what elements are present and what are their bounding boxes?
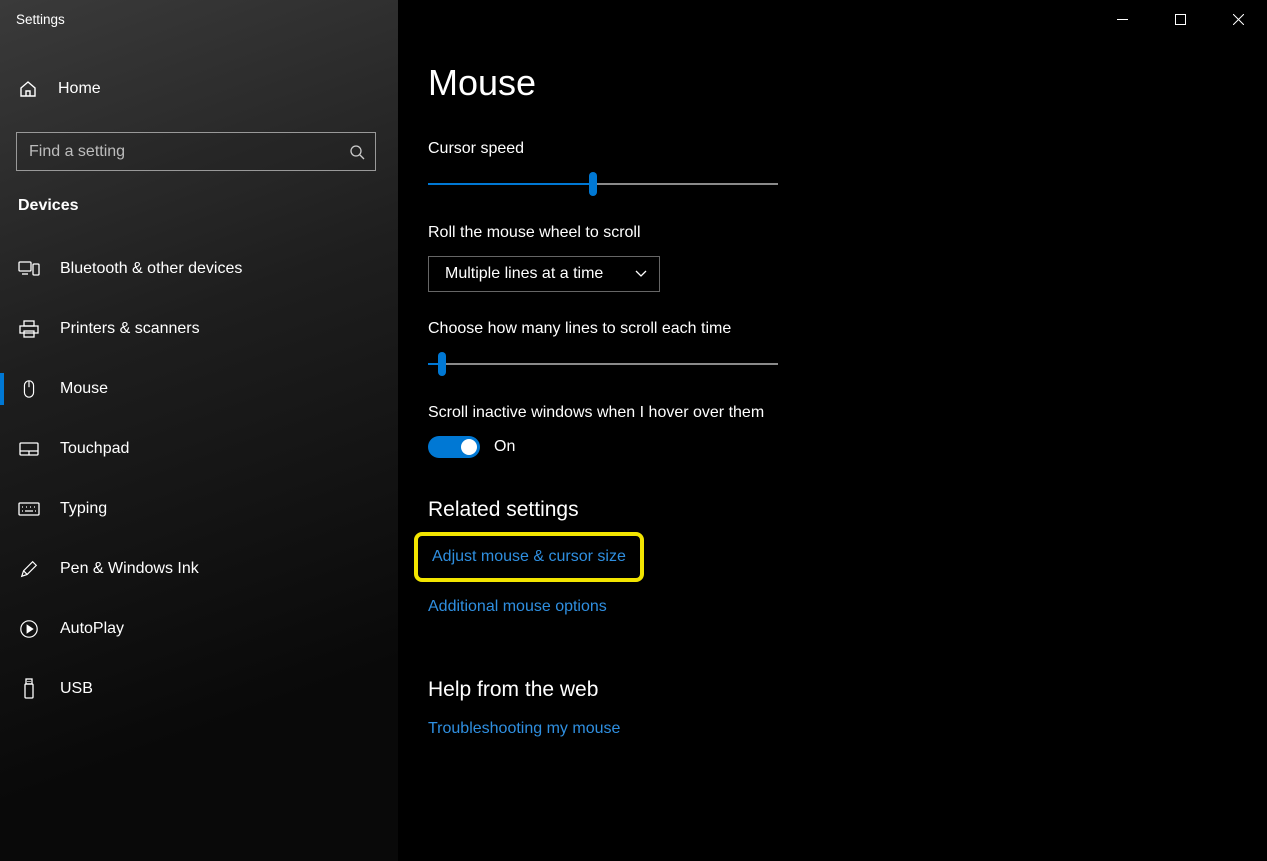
scroll-lines-slider[interactable] [428, 352, 778, 376]
nav-list: Bluetooth & other devices Printers & sca… [0, 239, 398, 719]
main-content: Mouse Cursor speed Roll the mouse wheel … [398, 0, 1267, 861]
nav-label: Mouse [60, 380, 108, 398]
home-label: Home [58, 80, 101, 98]
nav-item-touchpad[interactable]: Touchpad [0, 419, 398, 479]
search-icon [349, 144, 365, 160]
chevron-down-icon [635, 270, 647, 278]
pen-icon [18, 559, 40, 579]
home-icon [18, 79, 38, 99]
nav-item-usb[interactable]: USB [0, 659, 398, 719]
mouse-icon [18, 379, 40, 399]
scroll-mode-block: Roll the mouse wheel to scroll Multiple … [428, 224, 1267, 292]
page-title: Mouse [428, 62, 1267, 104]
window-controls [1093, 0, 1267, 38]
scroll-mode-dropdown[interactable]: Multiple lines at a time [428, 256, 660, 292]
devices-icon [18, 260, 40, 278]
nav-label: AutoPlay [60, 620, 124, 638]
hover-scroll-block: Scroll inactive windows when I hover ove… [428, 404, 1267, 458]
highlighted-link-box: Adjust mouse & cursor size [414, 532, 644, 582]
sidebar: Settings Home Devices Bluetooth & other … [0, 0, 398, 861]
nav-label: Pen & Windows Ink [60, 560, 199, 578]
app-title: Settings [0, 10, 398, 40]
nav-item-bluetooth[interactable]: Bluetooth & other devices [0, 239, 398, 299]
category-title: Devices [0, 171, 398, 227]
nav-item-mouse[interactable]: Mouse [0, 359, 398, 419]
nav-item-printers[interactable]: Printers & scanners [0, 299, 398, 359]
nav-item-typing[interactable]: Typing [0, 479, 398, 539]
adjust-cursor-link[interactable]: Adjust mouse & cursor size [432, 540, 626, 574]
nav-label: Bluetooth & other devices [60, 260, 242, 278]
maximize-button[interactable] [1151, 0, 1209, 38]
toggle-state: On [494, 438, 515, 456]
nav-item-autoplay[interactable]: AutoPlay [0, 599, 398, 659]
home-nav[interactable]: Home [0, 62, 398, 116]
touchpad-icon [18, 441, 40, 457]
cursor-speed-label: Cursor speed [428, 140, 1267, 158]
scroll-mode-label: Roll the mouse wheel to scroll [428, 224, 1267, 242]
close-button[interactable] [1209, 0, 1267, 38]
search-input[interactable] [29, 143, 349, 161]
keyboard-icon [18, 502, 40, 516]
nav-item-pen[interactable]: Pen & Windows Ink [0, 539, 398, 599]
nav-label: Printers & scanners [60, 320, 200, 338]
hover-scroll-toggle[interactable] [428, 436, 480, 458]
nav-label: USB [60, 680, 93, 698]
related-settings-title: Related settings [428, 498, 1267, 522]
additional-mouse-link[interactable]: Additional mouse options [428, 590, 607, 624]
help-title: Help from the web [428, 678, 1267, 702]
hover-scroll-label: Scroll inactive windows when I hover ove… [428, 404, 1267, 422]
search-box[interactable] [16, 132, 376, 171]
cursor-speed-slider[interactable] [428, 172, 778, 196]
minimize-button[interactable] [1093, 0, 1151, 38]
printer-icon [18, 320, 40, 338]
troubleshoot-link[interactable]: Troubleshooting my mouse [428, 712, 620, 746]
scroll-lines-block: Choose how many lines to scroll each tim… [428, 320, 1267, 376]
cursor-speed-block: Cursor speed [428, 140, 1267, 196]
nav-label: Touchpad [60, 440, 129, 458]
dropdown-value: Multiple lines at a time [445, 265, 603, 283]
nav-label: Typing [60, 500, 107, 518]
usb-icon [18, 678, 40, 700]
scroll-lines-label: Choose how many lines to scroll each tim… [428, 320, 1267, 338]
autoplay-icon [18, 619, 40, 639]
